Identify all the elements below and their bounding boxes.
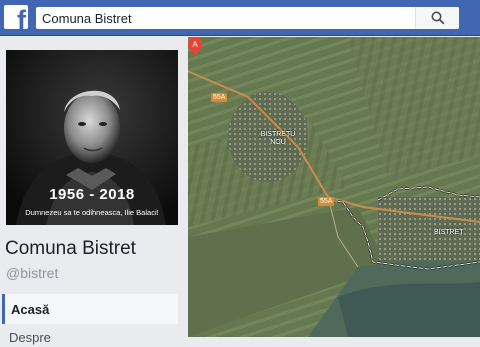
top-bar: f: [0, 0, 480, 36]
road-label: 55A: [318, 197, 335, 206]
map-view[interactable]: 55A 55A BISTREȚU NOU BISTREȚ A: [188, 37, 480, 337]
road-label: 55A: [211, 93, 228, 102]
page-sidebar: 1956 - 2018 Dumnezeu sa te odihneasca, I…: [0, 37, 188, 345]
profile-picture[interactable]: 1956 - 2018 Dumnezeu sa te odihneasca, I…: [6, 50, 178, 225]
nav-item-about[interactable]: Despre: [2, 327, 178, 347]
cover-motto: Dumnezeu sa te odihneasca, Ilie Balaci!: [25, 208, 159, 217]
nav-item-home[interactable]: Acasă: [2, 294, 178, 324]
search-input[interactable]: [36, 7, 416, 29]
nav-item-label: Acasă: [11, 302, 50, 317]
nav-item-label: Despre: [9, 330, 51, 345]
search-button[interactable]: [415, 7, 459, 29]
top-bar-overflow: [461, 7, 480, 29]
search-box: [36, 7, 459, 29]
pin-letter: A: [192, 40, 198, 49]
page-title[interactable]: Comuna Bistret: [5, 238, 136, 260]
satellite-map: [188, 37, 480, 337]
cover-years: 1956 - 2018: [49, 186, 135, 203]
map-pin-icon[interactable]: A: [188, 37, 202, 55]
page-handle[interactable]: @bistret: [6, 265, 58, 281]
facebook-logo-icon[interactable]: f: [4, 5, 28, 29]
search-icon: [431, 11, 445, 25]
place-label: BISTREȚ: [434, 229, 464, 236]
place-label: BISTREȚU NOU: [260, 131, 296, 146]
